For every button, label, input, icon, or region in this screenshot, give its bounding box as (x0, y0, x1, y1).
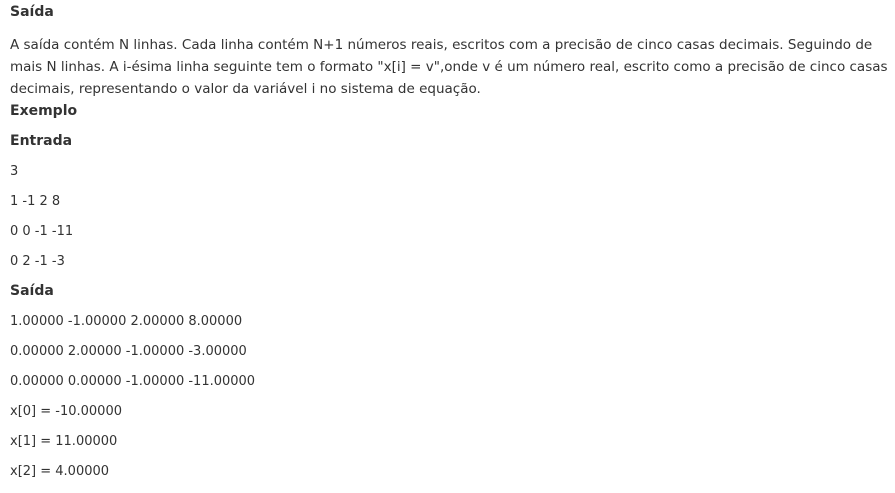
example-input-line: 0 2 -1 -3 (10, 254, 65, 269)
output-description: A saída contém N linhas. Cada linha cont… (10, 34, 888, 100)
problem-statement: Saída A saída contém N linhas. Cada linh… (0, 0, 895, 493)
example-heading: Exemplo (10, 103, 78, 119)
example-input-line: 3 (10, 164, 19, 179)
output-description-line: decimais, representando o valor da variá… (10, 81, 481, 97)
example-output-line: 0.00000 2.00000 -1.00000 -3.00000 (10, 344, 247, 359)
output-description-line: A saída contém N linhas. Cada linha cont… (10, 37, 873, 53)
example-output-line: 0.00000 0.00000 -1.00000 -11.00000 (10, 374, 256, 389)
example-input-line: 1 -1 2 8 (10, 194, 61, 209)
example-input-line: 0 0 -1 -11 (10, 224, 74, 239)
output-description-line: mais N linhas. A i-ésima linha seguinte … (10, 59, 888, 75)
example-output-line: 1.00000 -1.00000 2.00000 8.00000 (10, 314, 243, 329)
example-output-line: x[1] = 11.00000 (10, 434, 118, 449)
example-output-line: x[0] = -10.00000 (10, 404, 122, 419)
output-heading: Saída (10, 4, 54, 20)
example-output-heading: Saída (10, 283, 54, 299)
example-output-line: x[2] = 4.00000 (10, 464, 110, 479)
example-input-heading: Entrada (10, 133, 73, 149)
